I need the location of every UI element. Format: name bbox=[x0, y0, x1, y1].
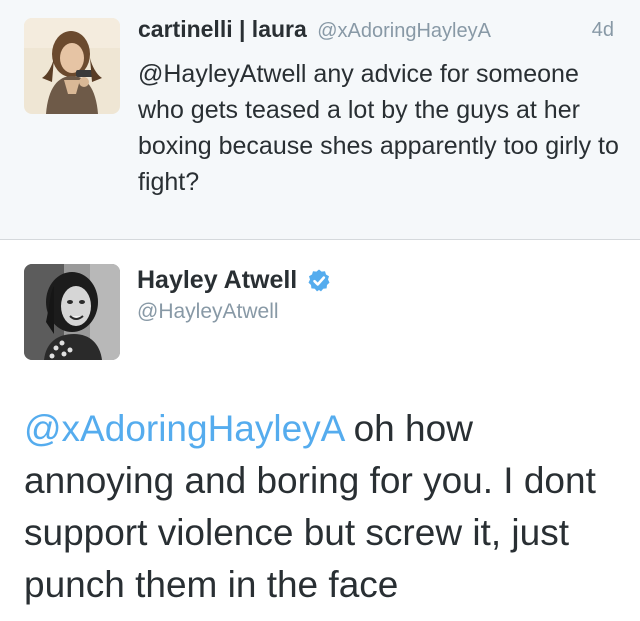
avatar[interactable] bbox=[24, 18, 120, 114]
timestamp[interactable]: 4d bbox=[592, 19, 614, 42]
username[interactable]: @HayleyAtwell bbox=[137, 300, 279, 324]
verified-badge-icon bbox=[308, 269, 330, 291]
display-name[interactable]: Hayley Atwell bbox=[137, 266, 297, 294]
profile-photo-icon bbox=[24, 18, 120, 114]
tweet-text: @HayleyAtwell any advice for someone who… bbox=[138, 60, 619, 196]
tweet-header: Hayley Atwell bbox=[137, 266, 332, 300]
avatar[interactable] bbox=[24, 264, 120, 360]
tweet-header: cartinelli | laura @xAdoringHayleyA 4d bbox=[138, 16, 628, 50]
reply-tweet[interactable]: cartinelli | laura @xAdoringHayleyA 4d @… bbox=[0, 0, 640, 240]
main-tweet: Hayley Atwell @HayleyAtwell @xAdoringHay… bbox=[0, 241, 640, 621]
display-name[interactable]: cartinelli | laura bbox=[138, 16, 307, 42]
tweet-text: @xAdoringHayleyA oh how annoying and bor… bbox=[24, 403, 624, 611]
profile-photo-icon bbox=[24, 264, 120, 360]
username[interactable]: @xAdoringHayleyA bbox=[317, 20, 491, 42]
mention-link[interactable]: @xAdoringHayleyA bbox=[24, 408, 343, 449]
